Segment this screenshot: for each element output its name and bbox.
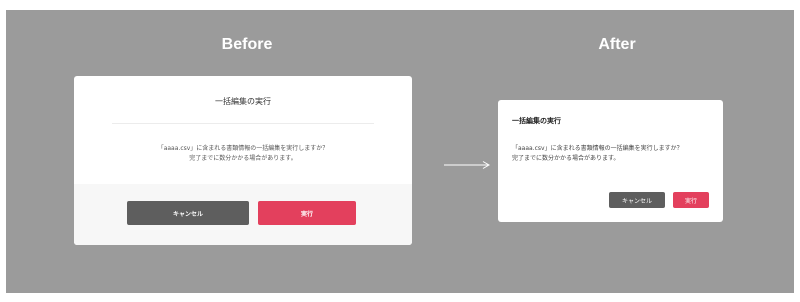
- dialog-title: 一括編集の実行: [512, 117, 561, 125]
- right-arrow-icon: [444, 161, 490, 169]
- message-line: 「aaaa.csv」に含まれる書類情報の一括編集を実行しますか？: [157, 145, 329, 152]
- comparison-canvas: Before After 一括編集の実行 「aaaa.csv」に含まれる書類情報…: [6, 10, 794, 293]
- execute-button[interactable]: 実行: [673, 192, 709, 208]
- cancel-button[interactable]: キャンセル: [609, 192, 665, 208]
- message-line: 完了までに数分かかる場合があります。: [189, 155, 297, 162]
- after-dialog: 一括編集の実行 「aaaa.csv」に含まれる書類情報の一括編集を実行しますか？…: [498, 100, 723, 222]
- after-heading: After: [598, 36, 636, 53]
- before-dialog: 一括編集の実行 「aaaa.csv」に含まれる書類情報の一括編集を実行しますか？…: [74, 76, 412, 245]
- message-line: 完了までに数分かかる場合があります。: [512, 155, 620, 162]
- before-heading: Before: [221, 36, 273, 53]
- dialog-title: 一括編集の実行: [215, 97, 271, 106]
- cancel-button[interactable]: キャンセル: [127, 201, 249, 225]
- title-divider: [112, 123, 374, 124]
- dialog-message: 「aaaa.csv」に含まれる書類情報の一括編集を実行しますか？ 完了までに数分…: [512, 144, 712, 164]
- execute-button[interactable]: 実行: [258, 201, 356, 225]
- message-line: 「aaaa.csv」に含まれる書類情報の一括編集を実行しますか？: [512, 145, 683, 152]
- dialog-message: 「aaaa.csv」に含まれる書類情報の一括編集を実行しますか？ 完了までに数分…: [74, 144, 412, 164]
